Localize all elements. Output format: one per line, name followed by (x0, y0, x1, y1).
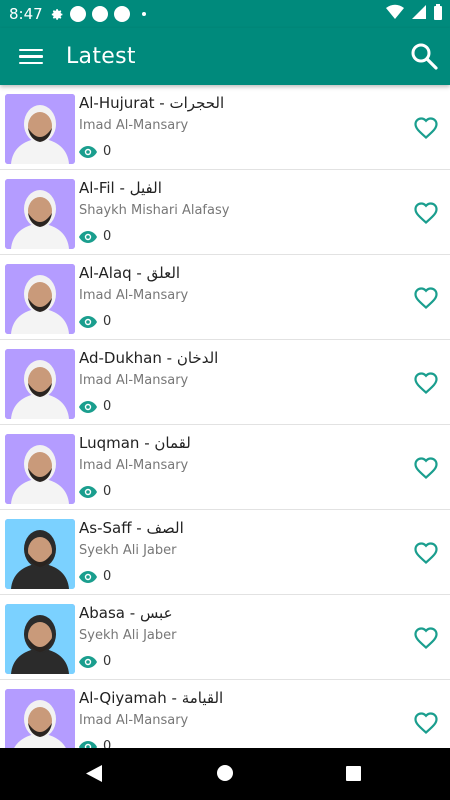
view-count: 0 (79, 654, 111, 669)
views-count: 0 (103, 144, 112, 159)
system-nav-bar (0, 748, 450, 800)
gear-icon (51, 8, 63, 20)
surah-title: Al-Fil - الفيل (79, 179, 162, 197)
page-title: Latest (66, 44, 136, 69)
reciter-name: Syekh Ali Jaber (79, 543, 177, 558)
surah-title: Ad-Dukhan - الدخان (79, 349, 219, 367)
reciter-name: Imad Al-Mansary (79, 458, 189, 473)
eye-icon (79, 485, 97, 498)
surah-list: Al-Hujurat - الحجرات Imad Al-Mansary 0 Al-F… (0, 85, 450, 748)
circle-icon (69, 6, 86, 22)
list-item[interactable]: Al-Qiyamah - القيامة Imad Al-Mansary 0 (0, 680, 450, 748)
views-count: 0 (103, 484, 112, 499)
circle-icon (113, 6, 130, 22)
favorite-heart-icon[interactable] (414, 542, 438, 564)
favorite-heart-icon[interactable] (414, 712, 438, 734)
views-count: 0 (103, 739, 112, 748)
surah-title: As-Saff - الصف (79, 519, 184, 537)
reciter-name: Imad Al-Mansary (79, 713, 189, 728)
surah-title: Al-Hujurat - الحجرات (79, 94, 225, 112)
views-count: 0 (103, 399, 112, 414)
view-count: 0 (79, 314, 111, 329)
hamburger-menu-icon[interactable] (19, 45, 43, 69)
recents-icon[interactable] (346, 766, 361, 781)
views-count: 0 (103, 569, 112, 584)
reciter-name: Shaykh Mishari Alafasy (79, 203, 230, 218)
reciter-avatar (5, 434, 75, 504)
reciter-name: Syekh Ali Jaber (79, 628, 177, 643)
eye-icon (79, 400, 97, 413)
list-item[interactable]: Al-Alaq - العلق Imad Al-Mansary 0 (0, 255, 450, 340)
reciter-avatar (5, 264, 75, 334)
circle-icon (91, 6, 108, 22)
reciter-name: Imad Al-Mansary (79, 288, 189, 303)
list-item[interactable]: Abasa - عبس Syekh Ali Jaber 0 (0, 595, 450, 680)
search-icon[interactable] (410, 42, 438, 70)
home-icon[interactable] (217, 765, 233, 781)
view-count: 0 (79, 569, 111, 584)
favorite-heart-icon[interactable] (414, 457, 438, 479)
dot-icon (141, 12, 146, 16)
surah-title: Luqman - لقمان (79, 434, 191, 452)
list-item[interactable]: Al-Hujurat - الحجرات Imad Al-Mansary 0 (0, 85, 450, 170)
list-item[interactable]: Luqman - لقمان Imad Al-Mansary 0 (0, 425, 450, 510)
eye-icon (79, 145, 97, 158)
reciter-avatar (5, 349, 75, 419)
reciter-avatar (5, 689, 75, 748)
status-system-icons (386, 4, 442, 20)
eye-icon (79, 740, 97, 748)
reciter-avatar (5, 604, 75, 674)
app-bar: Latest (0, 28, 450, 85)
views-count: 0 (103, 654, 112, 669)
view-count: 0 (79, 399, 111, 414)
cell-signal-icon (412, 5, 426, 19)
favorite-heart-icon[interactable] (414, 627, 438, 649)
favorite-heart-icon[interactable] (414, 287, 438, 309)
reciter-name: Imad Al-Mansary (79, 118, 189, 133)
eye-icon (79, 655, 97, 668)
eye-icon (79, 315, 97, 328)
list-item[interactable]: Ad-Dukhan - الدخان Imad Al-Mansary 0 (0, 340, 450, 425)
surah-title: Abasa - عبس (79, 604, 173, 622)
reciter-avatar (5, 179, 75, 249)
back-icon[interactable] (86, 765, 102, 782)
reciter-avatar (5, 94, 75, 164)
surah-title: Al-Qiyamah - القيامة (79, 689, 224, 707)
eye-icon (79, 570, 97, 583)
view-count: 0 (79, 229, 111, 244)
views-count: 0 (103, 229, 112, 244)
favorite-heart-icon[interactable] (414, 117, 438, 139)
list-item[interactable]: As-Saff - الصف Syekh Ali Jaber 0 (0, 510, 450, 595)
favorite-heart-icon[interactable] (414, 372, 438, 394)
status-time: 8:47 (9, 5, 43, 23)
views-count: 0 (103, 314, 112, 329)
view-count: 0 (79, 144, 111, 159)
view-count: 0 (79, 739, 111, 748)
reciter-name: Imad Al-Mansary (79, 373, 189, 388)
wifi-icon (386, 4, 404, 20)
status-notification-icons (51, 6, 146, 22)
list-item[interactable]: Al-Fil - الفيل Shaykh Mishari Alafasy 0 (0, 170, 450, 255)
status-bar: 8:47 (0, 0, 450, 28)
surah-title: Al-Alaq - العلق (79, 264, 181, 282)
battery-icon (434, 4, 442, 20)
view-count: 0 (79, 484, 111, 499)
reciter-avatar (5, 519, 75, 589)
eye-icon (79, 230, 97, 243)
favorite-heart-icon[interactable] (414, 202, 438, 224)
